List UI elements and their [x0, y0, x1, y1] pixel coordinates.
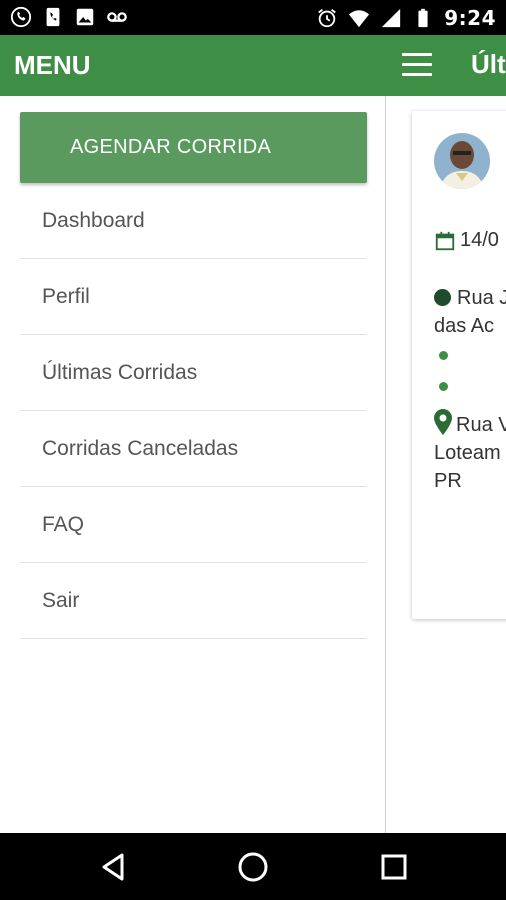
destination-address: Rua V Loteam PR — [434, 409, 506, 495]
image-icon — [76, 8, 94, 26]
main-screen: Últ 14/0 Rua J das Ac Rua V Loteam PR — [386, 35, 506, 833]
map-pin-icon — [434, 409, 452, 435]
menu-item-faq[interactable]: FAQ — [20, 487, 367, 563]
hamburger-menu-icon[interactable] — [402, 53, 432, 77]
wifi-icon — [349, 10, 370, 28]
menu-item-recent-rides[interactable]: Últimas Corridas — [20, 335, 367, 411]
ride-card[interactable]: 14/0 Rua J das Ac Rua V Loteam PR — [412, 111, 506, 619]
home-icon[interactable] — [233, 847, 273, 887]
page-title: Últ — [471, 49, 506, 79]
origin-address: Rua J das Ac — [434, 287, 506, 337]
ride-date-text: 14/0 — [460, 229, 499, 251]
phone-icon — [46, 7, 60, 27]
app-toolbar: Últ — [386, 35, 506, 96]
origin-dot-icon — [434, 289, 451, 306]
voicemail-icon — [107, 12, 127, 22]
back-icon[interactable] — [94, 847, 134, 887]
drawer-header: MENU — [0, 35, 386, 96]
signal-icon — [382, 8, 401, 28]
whatsapp-icon — [10, 6, 32, 28]
alarm-icon — [318, 9, 337, 28]
menu-item-cancelled-rides[interactable]: Corridas Canceladas — [20, 411, 367, 487]
navigation-drawer: MENU AGENDAR CORRIDA Dashboard Perfil Úl… — [0, 35, 386, 833]
drawer-title: MENU — [14, 50, 91, 80]
calendar-icon — [435, 231, 455, 250]
system-nav-bar — [0, 833, 506, 900]
recents-icon[interactable] — [374, 847, 414, 887]
status-bar: 9:24 — [0, 0, 506, 35]
status-time: 9:24 — [444, 6, 496, 30]
menu-item-dashboard[interactable]: Dashboard — [20, 183, 367, 259]
menu-item-profile[interactable]: Perfil — [20, 259, 367, 335]
route-dot-icon — [439, 351, 448, 360]
drawer-menu-list: Dashboard Perfil Últimas Corridas Corrid… — [20, 183, 367, 639]
battery-icon — [418, 8, 428, 28]
schedule-ride-button[interactable]: AGENDAR CORRIDA — [20, 112, 367, 183]
avatar — [434, 133, 490, 189]
route-dot-icon — [439, 382, 448, 391]
ride-date: 14/0 — [434, 229, 499, 252]
menu-item-logout[interactable]: Sair — [20, 563, 367, 639]
